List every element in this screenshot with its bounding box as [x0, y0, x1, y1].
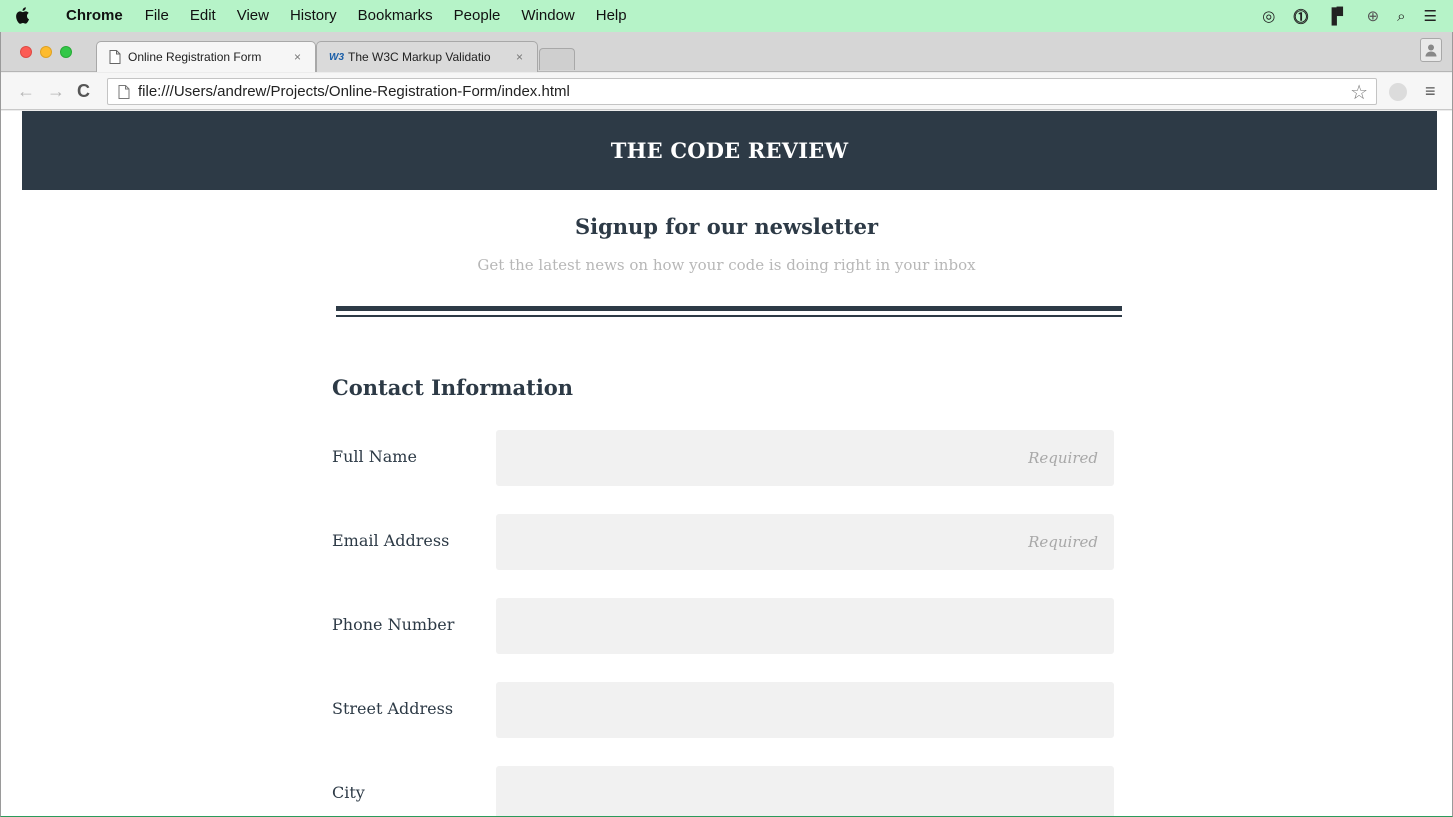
mac-menubar: Chrome File Edit View History Bookmarks … — [0, 0, 1453, 32]
phone-number-row: Phone Number — [332, 598, 1114, 654]
contact-information-heading: Contact Information — [332, 375, 574, 400]
window-close-button[interactable] — [20, 46, 32, 58]
menu-bookmarks[interactable]: Bookmarks — [358, 0, 433, 32]
page-icon — [109, 50, 121, 64]
menu-history[interactable]: History — [290, 0, 337, 32]
divider-thick — [336, 306, 1122, 311]
page-viewport: THE CODE REVIEW Signup for our newslette… — [1, 111, 1452, 816]
grid-app-icon[interactable]: ▐▘ — [1326, 7, 1348, 25]
extension-icon[interactable] — [1389, 83, 1407, 101]
newsletter-heading: Signup for our newsletter — [574, 214, 879, 239]
notification-center-icon[interactable]: ☰ — [1424, 7, 1437, 25]
spotlight-search-icon[interactable]: ⌕ — [1397, 8, 1405, 25]
menu-file[interactable]: File — [145, 0, 169, 32]
creative-cloud-icon[interactable]: ◎ — [1262, 7, 1275, 25]
profile-button[interactable] — [1420, 38, 1442, 62]
forward-arrow-icon[interactable]: → — [47, 81, 65, 101]
chrome-menu-icon[interactable]: ≡ — [1425, 81, 1436, 102]
menu-help[interactable]: Help — [596, 0, 627, 32]
spacing-tool-icon[interactable]: ⊕ — [1367, 7, 1380, 25]
w3c-favicon-icon: W3 — [329, 51, 344, 63]
city-label: City — [332, 783, 365, 802]
site-header: THE CODE REVIEW — [22, 111, 1437, 190]
phone-number-input[interactable] — [496, 598, 1114, 654]
menu-view[interactable]: View — [237, 0, 269, 32]
tab-online-registration-form[interactable]: Online Registration Form × — [96, 41, 316, 72]
tab-w3c-validator[interactable]: W3 The W3C Markup Validatio × — [316, 41, 538, 72]
window-minimize-button[interactable] — [40, 46, 52, 58]
browser-toolbar: ← → C file:///Users/andrew/Projects/Onli… — [1, 73, 1452, 110]
bookmark-star-icon[interactable]: ☆ — [1350, 80, 1368, 105]
reload-icon[interactable]: C — [77, 81, 90, 101]
menu-edit[interactable]: Edit — [190, 0, 216, 32]
email-address-row: Email Address — [332, 514, 1114, 570]
city-row: City — [332, 766, 1114, 816]
apple-logo-icon[interactable] — [14, 6, 30, 25]
person-icon — [1425, 44, 1437, 57]
email-address-input[interactable] — [496, 514, 1114, 570]
browser-window: Online Registration Form × W3 The W3C Ma… — [0, 32, 1453, 817]
menubar-status-icons: ◎ ⓵ ▐▘ ⊕ ⌕ ☰ — [1262, 0, 1437, 32]
menu-window[interactable]: Window — [521, 0, 574, 32]
street-address-row: Street Address — [332, 682, 1114, 738]
menu-people[interactable]: People — [454, 0, 501, 32]
back-arrow-icon[interactable]: ← — [17, 81, 35, 101]
email-address-label: Email Address — [332, 531, 450, 550]
address-url: file:///Users/andrew/Projects/Online-Reg… — [138, 83, 570, 100]
phone-number-label: Phone Number — [332, 615, 455, 634]
tab-title: The W3C Markup Validatio — [348, 50, 491, 64]
tab-close-icon[interactable]: × — [516, 50, 523, 64]
full-name-label: Full Name — [332, 447, 417, 466]
full-name-row: Full Name — [332, 430, 1114, 486]
menu-app-name[interactable]: Chrome — [66, 0, 123, 32]
address-bar[interactable]: file:///Users/andrew/Projects/Online-Reg… — [107, 78, 1377, 105]
street-address-label: Street Address — [332, 699, 454, 718]
new-tab-button[interactable] — [539, 48, 575, 70]
newsletter-subheading: Get the latest news on how your code is … — [477, 256, 976, 274]
full-name-input[interactable] — [496, 430, 1114, 486]
street-address-input[interactable] — [496, 682, 1114, 738]
divider-thin — [336, 315, 1122, 317]
window-zoom-button[interactable] — [60, 46, 72, 58]
city-input[interactable] — [496, 766, 1114, 816]
tab-strip: Online Registration Form × W3 The W3C Ma… — [1, 32, 1452, 72]
file-icon — [118, 84, 130, 99]
tab-title: Online Registration Form — [128, 50, 262, 64]
site-title: THE CODE REVIEW — [610, 138, 849, 163]
password-manager-icon[interactable]: ⓵ — [1293, 6, 1308, 27]
tab-close-icon[interactable]: × — [294, 50, 301, 64]
